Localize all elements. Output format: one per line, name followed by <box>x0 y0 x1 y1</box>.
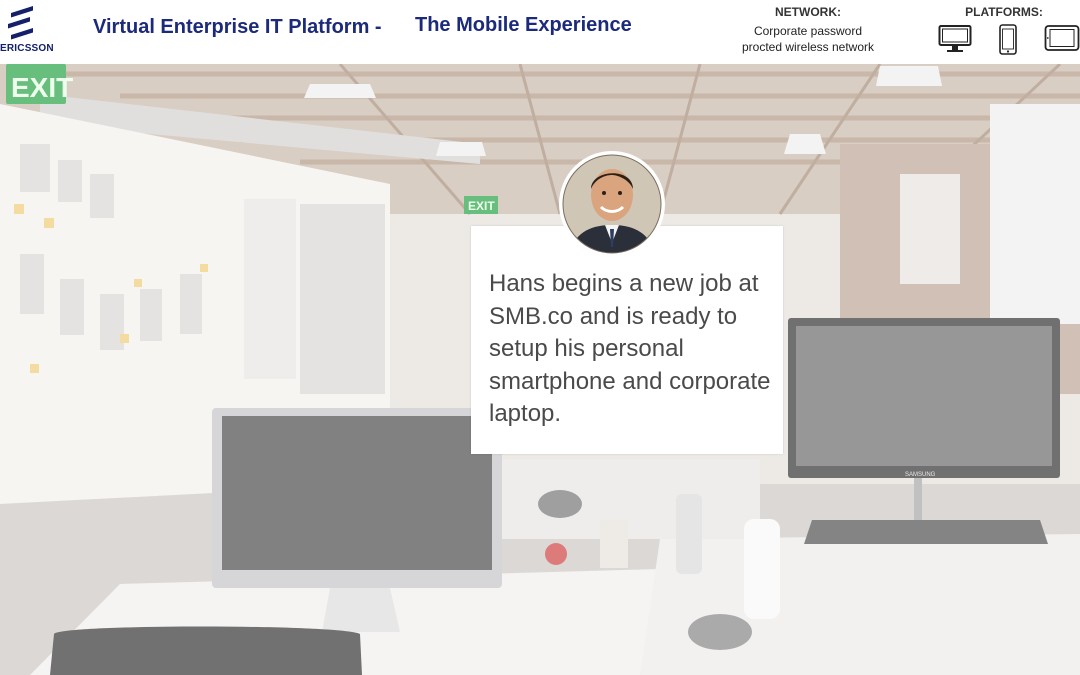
page-title: Virtual Enterprise IT Platform - <box>93 16 382 38</box>
network-label: NETWORK: <box>775 5 841 19</box>
brand-name: ERICSSON <box>0 43 54 54</box>
platforms-label: PLATFORMS: <box>965 5 1043 19</box>
page-subtitle: The Mobile Experience <box>415 14 632 36</box>
story-text: Hans begins a new job at SMB.co and is r… <box>489 270 771 427</box>
header-bar: ERICSSON Virtual Enterprise IT Platform … <box>0 0 1080 64</box>
smartphone-icon[interactable] <box>998 24 1018 61</box>
network-description-line1: Corporate password <box>753 24 863 38</box>
network-description-line2: procted wireless network <box>741 40 875 54</box>
ericsson-logo: ERICSSON <box>0 4 54 60</box>
story-card: Hans begins a new job at SMB.co and is r… <box>471 226 783 454</box>
tablet-icon[interactable] <box>1044 24 1080 57</box>
avatar <box>559 151 665 257</box>
desktop-monitor-icon[interactable] <box>938 24 972 59</box>
